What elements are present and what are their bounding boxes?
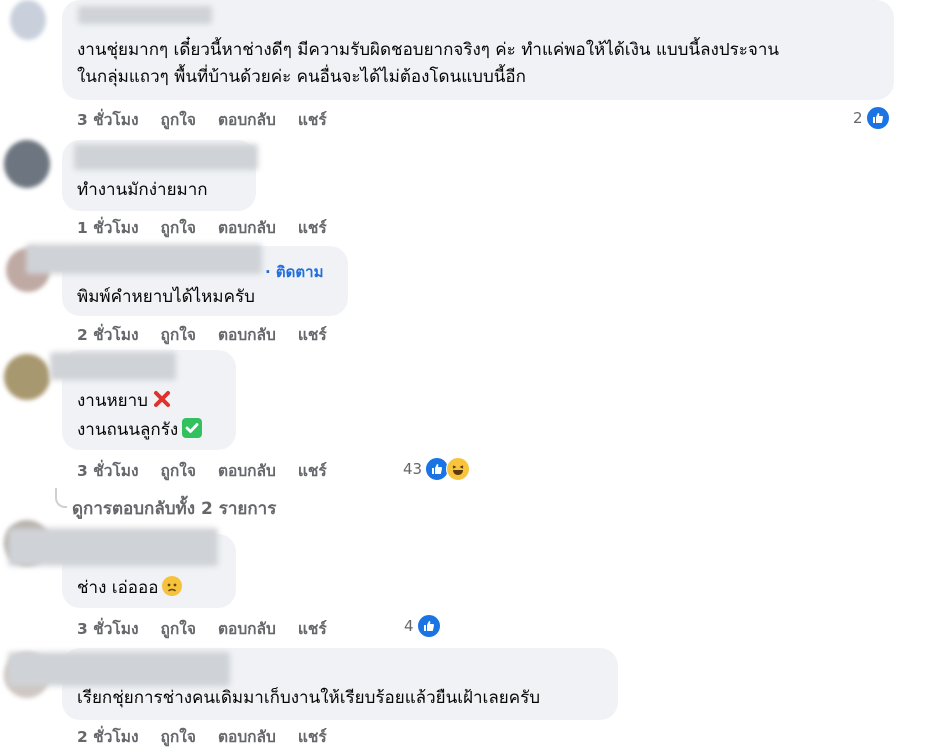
reply-button[interactable]: ตอบกลับ (218, 322, 276, 347)
haha-reaction-icon (446, 457, 471, 481)
like-button[interactable]: ถูกใจ (161, 322, 196, 347)
author-name[interactable] (8, 528, 218, 566)
reaction-summary[interactable]: 4 (404, 614, 441, 638)
timestamp[interactable]: 3 ชั่วโมง (77, 458, 139, 483)
share-button[interactable]: แชร์ (298, 458, 327, 483)
like-button[interactable]: ถูกใจ (161, 616, 196, 641)
like-reaction-icon (416, 614, 441, 638)
comment-actions: 3 ชั่วโมง ถูกใจ ตอบกลับ แชร์ (77, 616, 327, 641)
comment-actions: 3 ชั่วโมง ถูกใจ ตอบกลับ แชร์ (77, 107, 327, 132)
comment-actions: 2 ชั่วโมง ถูกใจ ตอบกลับ แชร์ (77, 322, 327, 347)
follow-link[interactable]: · ติดตาม (265, 260, 323, 284)
like-button[interactable]: ถูกใจ (161, 724, 196, 749)
author-name[interactable] (8, 652, 230, 686)
share-button[interactable]: แชร์ (298, 322, 327, 347)
reaction-count: 4 (404, 617, 414, 635)
timestamp[interactable]: 3 ชั่วโมง (77, 107, 139, 132)
share-button[interactable]: แชร์ (298, 616, 327, 641)
like-reaction-icon (865, 106, 890, 130)
reaction-summary[interactable]: 2 (853, 106, 890, 130)
comment-text: งานหยาบ (77, 387, 172, 415)
reaction-count: 43 (403, 460, 423, 478)
view-replies-link[interactable]: ดูการตอบกลับทั้ง 2 รายการ (72, 495, 276, 522)
timestamp[interactable]: 2 ชั่วโมง (77, 724, 139, 749)
author-name[interactable] (78, 6, 212, 24)
reply-button[interactable]: ตอบกลับ (218, 616, 276, 641)
share-button[interactable]: แชร์ (298, 724, 327, 749)
comment-text: ในกลุ่มแถวๆ พื้นที่บ้านด้วยค่ะ คนอื่นจะไ… (77, 67, 526, 87)
like-button[interactable]: ถูกใจ (161, 215, 196, 240)
comment-actions: 3 ชั่วโมง ถูกใจ ตอบกลับ แชร์ (77, 458, 327, 483)
reply-button[interactable]: ตอบกลับ (218, 458, 276, 483)
avatar[interactable] (4, 354, 50, 400)
timestamp[interactable]: 3 ชั่วโมง (77, 616, 139, 641)
avatar[interactable] (10, 0, 46, 40)
comment-text: งานชุ่ยมากๆ เดี๋ยวนี้หาช่างดีๆ มีความรับ… (77, 40, 779, 60)
cross-mark-emoji (153, 391, 170, 407)
comment-text: พิมพ์คำหยาบได้ไหมครับ (77, 287, 255, 307)
like-button[interactable]: ถูกใจ (161, 458, 196, 483)
comment-text: เรียกชุ่ยการช่างคนเดิมมาเก็บงานให้เรียบร… (77, 688, 541, 708)
check-mark-emoji (182, 418, 203, 438)
timestamp[interactable]: 1 ชั่วโมง (77, 215, 139, 240)
share-button[interactable]: แชร์ (298, 107, 327, 132)
author-name[interactable] (50, 352, 176, 380)
sad-face-emoji (162, 576, 183, 596)
timestamp[interactable]: 2 ชั่วโมง (77, 322, 139, 347)
like-button[interactable]: ถูกใจ (161, 107, 196, 132)
comment-actions: 2 ชั่วโมง ถูกใจ ตอบกลับ แชร์ (77, 724, 327, 749)
avatar[interactable] (4, 140, 50, 188)
comment-actions: 1 ชั่วโมง ถูกใจ ตอบกลับ แชร์ (77, 215, 327, 240)
comment-text: ทำงานมักง่ายมาก (77, 180, 208, 200)
reaction-count: 2 (853, 109, 863, 127)
reply-thread-line (55, 488, 67, 508)
author-name[interactable] (26, 244, 262, 274)
share-button[interactable]: แชร์ (298, 215, 327, 240)
reply-button[interactable]: ตอบกลับ (218, 724, 276, 749)
author-name[interactable] (74, 144, 258, 170)
reaction-summary[interactable]: 43 (403, 457, 471, 481)
comment-text: ช่าง เอ่อออ (77, 574, 183, 602)
comment-text: งานถนนลูกรัง (77, 416, 203, 444)
reply-button[interactable]: ตอบกลับ (218, 215, 276, 240)
reply-button[interactable]: ตอบกลับ (218, 107, 276, 132)
